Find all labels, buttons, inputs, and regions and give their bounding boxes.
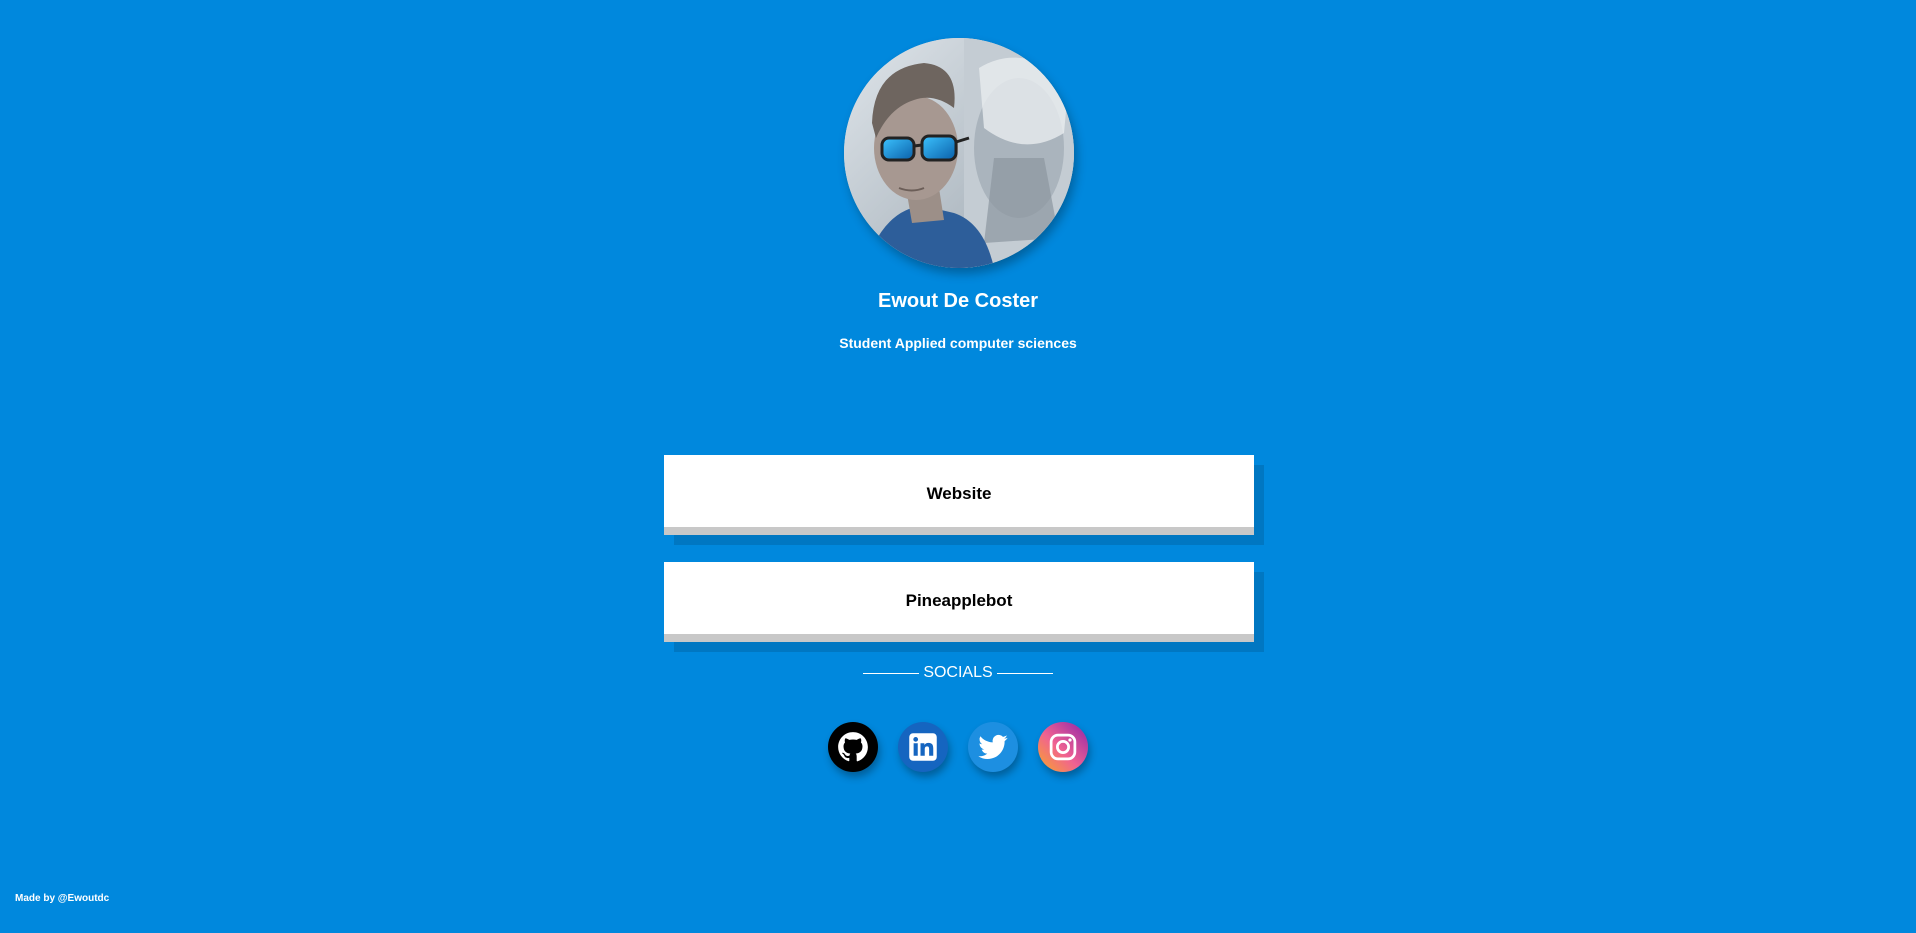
twitter-icon xyxy=(978,734,1008,759)
pineapplebot-link-button[interactable]: Pineapplebot xyxy=(664,562,1254,642)
profile-photo xyxy=(844,38,1074,268)
twitter-link[interactable] xyxy=(968,722,1018,772)
footer-credit: Made by @Ewoutdc xyxy=(15,893,110,904)
divider-line-right xyxy=(996,672,1053,674)
social-links xyxy=(828,722,1090,774)
pineapplebot-link-label: Pineapplebot xyxy=(905,591,1013,610)
profile-tagline: Student Applied computer sciences xyxy=(839,335,1077,351)
profile-avatar xyxy=(844,38,1074,268)
socials-divider: SOCIALS xyxy=(0,664,1916,682)
divider-line-left xyxy=(863,672,920,674)
website-link-button[interactable]: Website xyxy=(664,455,1254,535)
profile-name: Ewout De Coster xyxy=(877,290,1039,312)
linkedin-icon xyxy=(909,733,937,761)
instagram-icon xyxy=(1049,733,1077,761)
linkedin-link[interactable] xyxy=(898,722,948,772)
socials-heading: SOCIALS xyxy=(923,664,993,681)
instagram-link[interactable] xyxy=(1038,722,1088,772)
linktree-page: Ewout De Coster Student Applied computer… xyxy=(0,0,1916,933)
github-icon xyxy=(838,732,868,762)
github-link[interactable] xyxy=(828,722,878,772)
website-link-label: Website xyxy=(926,484,992,503)
